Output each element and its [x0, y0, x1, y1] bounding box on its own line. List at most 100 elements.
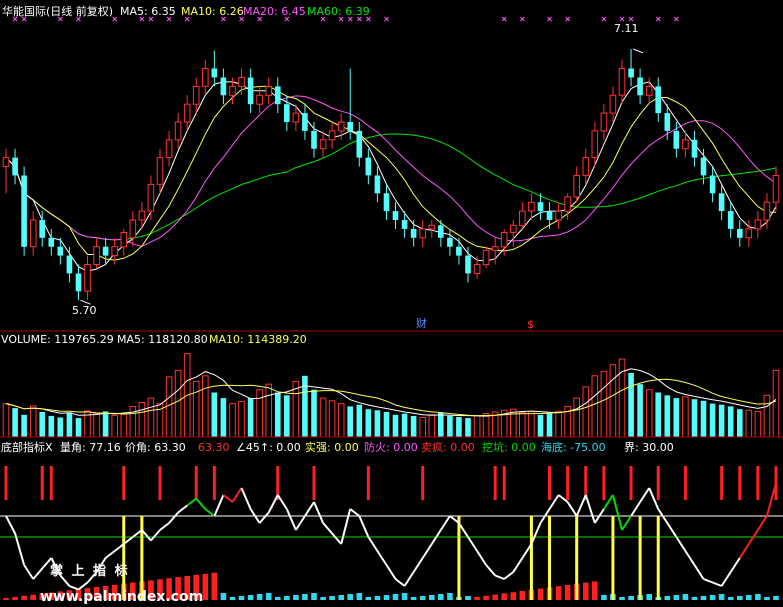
indicator-line-segment	[168, 511, 179, 524]
indicator-histogram-bar	[764, 597, 770, 600]
watermark-cn: 掌 上 指 标	[50, 563, 130, 579]
indicator-name: 底部指标X	[1, 440, 53, 454]
candle-down	[211, 68, 218, 78]
indicator-line-segment	[322, 522, 333, 535]
candle-down	[75, 273, 82, 292]
indicator-histogram-bar	[275, 597, 281, 600]
candle-up	[772, 175, 780, 203]
indicator-line-segment	[276, 494, 288, 510]
candle-down	[546, 211, 553, 220]
indicator-histogram-bar	[338, 595, 344, 600]
indicator-histogram-bar	[773, 596, 779, 600]
indicator-histogram-bar	[673, 595, 680, 600]
indicator-line-segment	[575, 494, 587, 517]
indicator-jie: 界: 30.00	[624, 441, 674, 454]
volume-bar-down	[365, 409, 372, 437]
indicator-histogram-bar	[302, 594, 308, 600]
indicator-line-segment	[476, 550, 487, 566]
indicator-line-segment	[340, 508, 352, 545]
indicator-histogram-bar	[601, 595, 607, 600]
indicator-histogram-bar	[30, 594, 36, 600]
candle-up	[745, 228, 753, 239]
indicator-line-segment	[512, 557, 524, 573]
candle-down	[347, 122, 353, 131]
volume-bar-down	[102, 411, 109, 437]
candle-down	[691, 139, 698, 158]
indicator-histogram-bar	[429, 595, 435, 600]
candle-up	[147, 183, 155, 212]
volume-bar-up	[265, 383, 272, 438]
indicator-histogram-bar	[727, 597, 734, 600]
candle-down	[21, 175, 27, 247]
candle-up	[165, 139, 173, 159]
indicator-line-segment	[258, 511, 270, 524]
volume-bar-up	[256, 389, 263, 438]
volume-bar-down	[12, 408, 18, 437]
candle-up	[491, 246, 499, 251]
candle-down	[637, 77, 643, 96]
candle-up	[582, 157, 590, 176]
volume-bar-down	[302, 375, 308, 437]
volume-bar-up	[129, 405, 137, 438]
volume-bar-down	[57, 417, 64, 437]
candle-down	[39, 220, 45, 238]
candle-up	[573, 175, 581, 198]
candle-up	[510, 224, 517, 233]
candle-up	[609, 94, 617, 114]
indicator-histogram-bar	[220, 593, 227, 600]
volume-bar-down	[456, 417, 462, 437]
indicator-histogram-bar	[202, 573, 209, 600]
indicator-histogram-bar	[438, 594, 444, 600]
candle-up	[337, 121, 345, 132]
candle-down	[302, 113, 308, 131]
volume-bar-up	[482, 413, 490, 438]
candle-down	[66, 255, 73, 274]
volume-bar-up	[772, 369, 780, 438]
indicator-line-segment	[485, 564, 496, 577]
volume-ma10-label: MA10: 114389.20	[209, 333, 307, 346]
candle-up	[645, 85, 653, 96]
indicator-line-segment	[675, 536, 687, 552]
candle-down	[664, 113, 671, 131]
indicator-line-segment	[313, 501, 325, 524]
candle-down	[311, 130, 317, 149]
high-price-arrow	[632, 48, 644, 54]
indicator-jiajiao: 价角: 63.30	[125, 441, 186, 454]
candle-up	[419, 228, 426, 239]
indicator-histogram-bar	[682, 594, 689, 600]
indicator-histogram-bar	[737, 596, 743, 600]
volume-bar-up	[229, 403, 236, 438]
volume-bar-up	[238, 400, 245, 438]
volume-bar-up	[319, 397, 327, 438]
indicator-histogram-bar	[329, 596, 335, 600]
volume-bar-down	[247, 398, 254, 437]
price-ma5-label: MA5: 6.35	[120, 5, 176, 18]
volume-bar-down	[347, 406, 353, 437]
ma20-line	[5, 95, 777, 247]
indicator-histogram-bar	[419, 596, 426, 600]
volume-bar-down	[21, 414, 27, 438]
indicator-histogram-bar	[501, 593, 507, 600]
indicator-line-segment	[630, 501, 641, 517]
indicator-histogram-bar	[447, 593, 453, 600]
candle-up	[29, 219, 37, 248]
candle-up	[138, 210, 146, 221]
indicator-line-segment	[358, 515, 370, 538]
candle-up	[238, 77, 245, 87]
candle-up	[256, 94, 263, 105]
indicator-line-segment	[295, 515, 306, 531]
indicator-histogram-bar	[256, 594, 263, 600]
indicator-line-segment	[104, 550, 116, 559]
volume-bar-down	[709, 403, 716, 437]
indicator-histogram-bar	[3, 598, 9, 600]
candle-down	[655, 86, 661, 114]
candle-up	[174, 121, 182, 141]
volume-bar-down	[356, 404, 363, 437]
volume-bar-down	[673, 398, 680, 437]
indicator-histogram-bar	[247, 595, 254, 600]
volume-bar-down	[664, 395, 671, 437]
candle-down	[700, 157, 707, 176]
candle-up	[292, 112, 300, 123]
indicator-maifeng: 卖疯: 0.00	[421, 440, 475, 454]
indicator-histogram-bar	[537, 588, 544, 600]
